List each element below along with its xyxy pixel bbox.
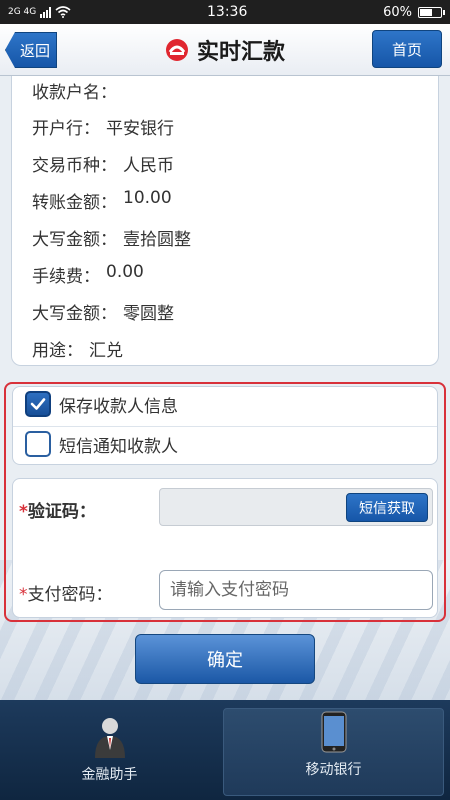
info-value: 人民币 [123,156,174,176]
divider [13,426,437,427]
info-value: 10.00 [123,188,172,208]
info-label: 收款户名： [32,83,117,103]
required-mark: * [19,585,28,605]
page-title: 实时汇款 [196,40,285,65]
info-value: 壹拾圆整 [123,230,191,250]
checkmark-icon [30,398,46,410]
assistant-person-icon [94,718,125,758]
info-label: 用途： [32,341,83,361]
info-label: 转账金额： [32,193,117,213]
save-payee-checkbox[interactable] [25,391,51,417]
nav-label-assistant: 金融助手 [81,767,138,783]
nav-item-mobile-bank[interactable]: 移动银行 [223,708,444,796]
bank-logo-icon [165,39,188,61]
nav-label-mobile-bank: 移动银行 [305,762,362,778]
header: 实时汇款 返回 首页 [0,24,450,76]
pay-password-label: *支付密码： [19,580,113,605]
info-row-fee-words: 大写金额： 零圆整 [32,299,174,324]
info-row-payee-name: 收款户名： [32,78,123,103]
info-row-currency: 交易币种： 人民币 [32,151,174,176]
back-button[interactable]: 返回 [5,32,57,68]
info-value: 0.00 [106,262,144,282]
status-time: 13:36 [207,4,248,20]
save-payee-label: 保存收款人信息 [59,396,178,417]
save-payee-option[interactable]: 保存收款人信息 [25,391,178,417]
transfer-info-card: 收款户名： 开户行： 平安银行 交易币种： 人民币 转账金额： 10.00 大写… [11,76,439,366]
info-value: 零圆整 [123,304,174,324]
verify-code-input[interactable]: 短信获取 [159,488,433,526]
options-card: 保存收款人信息 短信通知收款人 [12,386,438,465]
verify-code-label: *验证码： [19,497,96,522]
info-row-purpose: 用途： 汇兑 [32,336,123,361]
info-value: 平安银行 [106,119,174,139]
info-row-fee: 手续费： 0.00 [32,262,144,287]
signal-icon [40,6,52,18]
verify-code-text: 验证码： [27,502,96,522]
info-value: 汇兑 [89,341,123,361]
confirm-button[interactable]: 确定 [135,634,315,684]
info-label: 开户行： [32,119,100,139]
status-bar: 2G 4G 13:36 60% [0,0,450,24]
info-label: 手续费： [32,267,100,287]
info-label: 大写金额： [32,304,117,324]
sms-notify-label: 短信通知收款人 [59,436,178,457]
pay-password-input[interactable] [159,570,433,610]
mobile-phone-icon [321,711,346,753]
battery-icon [418,6,445,18]
info-row-bank: 开户行： 平安银行 [32,114,174,139]
info-label: 交易币种： [32,156,117,176]
wifi-icon [55,6,71,18]
nav-item-assistant[interactable]: 金融助手 [0,700,219,800]
home-button[interactable]: 首页 [372,30,442,68]
status-left: 2G 4G [8,6,71,18]
info-row-amount-words: 大写金额： 壹拾圆整 [32,225,191,250]
sms-notify-checkbox[interactable] [25,431,51,457]
verification-card: *验证码： 短信获取 *支付密码： [12,478,438,618]
info-label: 大写金额： [32,230,117,250]
status-right: 60% [383,4,445,20]
info-row-amount: 转账金额： 10.00 [32,188,172,213]
battery-percent: 60% [383,4,412,20]
required-mark: * [19,502,28,522]
sms-notify-option[interactable]: 短信通知收款人 [25,431,178,457]
pay-password-text: 支付密码： [27,585,113,605]
bottom-nav: 金融助手 移动银行 [0,700,450,800]
network-type: 2G 4G [8,7,37,17]
sms-get-code-button[interactable]: 短信获取 [346,493,428,522]
